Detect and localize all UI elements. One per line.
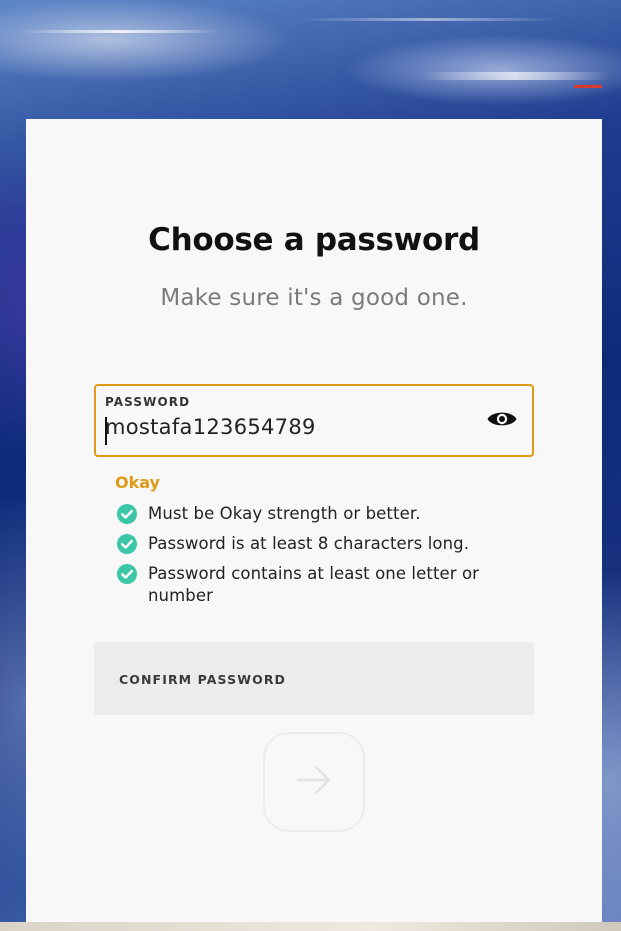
requirements-list: Must be Okay strength or better. Passwor… bbox=[117, 503, 537, 615]
page-title: Choose a password bbox=[148, 222, 480, 258]
background-light-streak bbox=[300, 18, 560, 21]
next-button[interactable] bbox=[263, 732, 365, 832]
password-card: Choose a password Make sure it's a good … bbox=[26, 119, 602, 922]
background-red-accent bbox=[574, 85, 602, 88]
confirm-password-label: CONFIRM PASSWORD bbox=[119, 672, 287, 687]
page-subtitle: Make sure it's a good one. bbox=[160, 285, 468, 311]
taskbar-edge bbox=[0, 922, 621, 931]
check-circle-icon bbox=[117, 534, 137, 554]
check-circle-icon bbox=[117, 564, 137, 584]
requirement-item: Password contains at least one letter or… bbox=[117, 563, 537, 607]
requirement-text: Password contains at least one letter or… bbox=[148, 564, 480, 605]
eye-icon[interactable] bbox=[486, 406, 518, 432]
password-field[interactable]: PASSWORD mostafa123654789 bbox=[94, 384, 534, 457]
arrow-right-icon bbox=[294, 760, 334, 804]
check-circle-icon bbox=[117, 504, 137, 524]
background-light-streak bbox=[20, 30, 220, 33]
password-label: PASSWORD bbox=[105, 395, 191, 409]
requirement-text: Must be Okay strength or better. bbox=[148, 504, 421, 523]
requirement-item: Must be Okay strength or better. bbox=[117, 503, 537, 525]
requirement-item: Password is at least 8 characters long. bbox=[117, 533, 537, 555]
requirement-text: Password is at least 8 characters long. bbox=[148, 534, 470, 553]
password-input[interactable]: mostafa123654789 bbox=[105, 415, 316, 439]
confirm-password-field[interactable]: CONFIRM PASSWORD bbox=[94, 642, 534, 715]
text-caret bbox=[105, 417, 107, 445]
strength-indicator: Okay bbox=[115, 473, 160, 492]
background-light-streak bbox=[420, 72, 610, 80]
